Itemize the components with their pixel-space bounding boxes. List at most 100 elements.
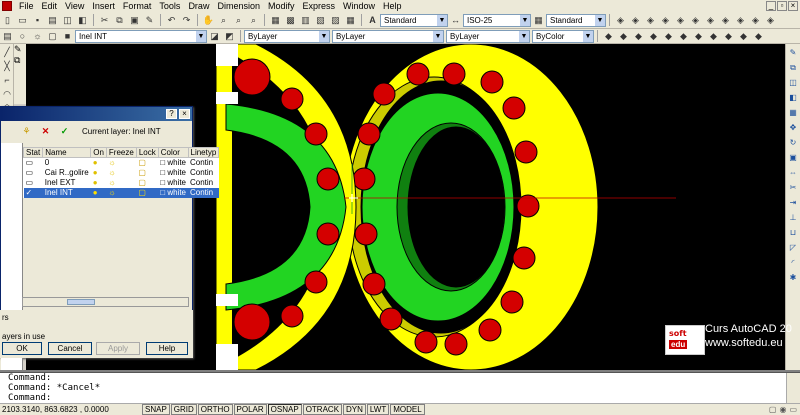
command-prompt[interactable]: Command:	[0, 393, 800, 403]
erase-icon[interactable]: ✎	[787, 47, 799, 59]
sheet-set-icon[interactable]: ▧	[314, 14, 327, 27]
properties-icon[interactable]: ▦	[269, 14, 282, 27]
lock-icon[interactable]: ▢	[46, 30, 59, 43]
lock-icon[interactable]: ▢	[769, 405, 777, 414]
polar-toggle[interactable]: POLAR	[233, 404, 267, 415]
render-icon-3[interactable]: ◈	[644, 14, 657, 27]
menu-insert[interactable]: Insert	[88, 0, 119, 12]
table-row[interactable]: ▭ Cai R..golire ● ☼ ▢ □ white Contin	[24, 168, 219, 178]
sun-icon[interactable]: ☼	[106, 158, 136, 168]
new-layer-icon[interactable]: ⚘	[20, 125, 33, 138]
menu-dimension[interactable]: Dimension	[213, 0, 264, 12]
lock-icon[interactable]: ▢	[136, 158, 158, 168]
layer-select[interactable]: Inel INT ▼	[75, 29, 207, 43]
extend-icon[interactable]: ⇥	[787, 197, 799, 209]
layer-linetype[interactable]: Contin	[188, 178, 219, 188]
render-icon-11[interactable]: ◈	[764, 14, 777, 27]
pencil-icon[interactable]: ✎	[14, 44, 26, 55]
lwt-toggle[interactable]: LWT	[366, 404, 390, 415]
lightbulb-icon[interactable]: ●	[91, 158, 107, 168]
dim-style-icon[interactable]: ↔	[449, 14, 462, 27]
rotate-icon[interactable]: ↻	[787, 137, 799, 149]
layer-color[interactable]: □ white	[158, 158, 188, 168]
table-style-icon[interactable]: ▦	[532, 14, 545, 27]
menu-modify[interactable]: Modify	[264, 0, 299, 12]
view-icon-1[interactable]: ◆	[602, 30, 615, 43]
layer-color[interactable]: □ white	[158, 187, 188, 198]
cancel-button[interactable]: Cancel	[48, 342, 92, 355]
view-icon-4[interactable]: ◆	[647, 30, 660, 43]
calculator-icon[interactable]: ▦	[344, 14, 357, 27]
layer-color[interactable]: □ white	[158, 178, 188, 188]
menu-window[interactable]: Window	[339, 0, 379, 12]
communication-icon[interactable]: ◉	[779, 405, 786, 414]
sun-icon[interactable]: ☼	[31, 30, 44, 43]
snap-toggle[interactable]: SNAP	[142, 404, 170, 415]
render-icon-7[interactable]: ◈	[704, 14, 717, 27]
view-icon-2[interactable]: ◆	[617, 30, 630, 43]
delete-layer-icon[interactable]: ✕	[39, 125, 52, 138]
cut-icon[interactable]: ✂	[98, 14, 111, 27]
mirror-icon[interactable]: ◫	[787, 77, 799, 89]
table-row[interactable]: ▭ Inel EXT ● ☼ ▢ □ white Contin	[24, 178, 219, 188]
close-icon[interactable]: ×	[179, 109, 190, 119]
undo-icon[interactable]: ↶	[165, 14, 178, 27]
view-icon-7[interactable]: ◆	[692, 30, 705, 43]
paste-icon[interactable]: ▣	[128, 14, 141, 27]
trim-icon[interactable]: ✂	[787, 182, 799, 194]
apply-button[interactable]: Apply	[96, 342, 140, 355]
minimize-icon[interactable]: _	[766, 1, 776, 11]
zoom-window-icon[interactable]: ⌕	[232, 14, 245, 27]
table-style-select[interactable]: Standard ▼	[546, 13, 606, 27]
clean-screen-icon[interactable]: ▭	[789, 405, 797, 414]
command-window[interactable]: Command: Command: *Cancel* Command:	[0, 372, 800, 404]
column-color[interactable]: Color	[157, 147, 189, 158]
plotstyle-select[interactable]: ByColor ▼	[532, 29, 594, 43]
tool-palettes-icon[interactable]: ▥	[299, 14, 312, 27]
move-icon[interactable]: ✥	[787, 122, 799, 134]
close-icon[interactable]: ×	[788, 1, 798, 11]
fillet-icon[interactable]: ◜	[787, 257, 799, 269]
layer-list-hscrollbar[interactable]	[22, 297, 189, 307]
render-icon-6[interactable]: ◈	[689, 14, 702, 27]
break-icon[interactable]: ⊥	[787, 212, 799, 224]
layer-filter-tree[interactable]	[1, 143, 23, 403]
offset-icon[interactable]: ◧	[787, 92, 799, 104]
open-file-icon[interactable]: ▭	[16, 14, 29, 27]
layer-color[interactable]: □ white	[158, 168, 188, 178]
menu-view[interactable]: View	[61, 0, 88, 12]
table-row[interactable]: ✓ Inel INT ● ☼ ▢ □ white Contin	[23, 187, 219, 198]
column-lock[interactable]: Lock	[135, 147, 159, 158]
copy-icon[interactable]: ⧉	[113, 14, 126, 27]
table-row[interactable]: ▭ 0 ● ☼ ▢ □ white Contin	[24, 158, 219, 168]
layer-manager-icon[interactable]: ▤	[1, 30, 14, 43]
explode-icon[interactable]: ✱	[787, 272, 799, 284]
copy-object-icon[interactable]: ⧉	[14, 55, 26, 66]
render-icon-8[interactable]: ◈	[719, 14, 732, 27]
lightbulb-icon[interactable]: ●	[90, 187, 107, 198]
lightbulb-icon[interactable]: ●	[91, 168, 107, 178]
view-icon-11[interactable]: ◆	[752, 30, 765, 43]
polyline-icon[interactable]: ⌐	[1, 74, 13, 86]
layer-linetype[interactable]: Contin	[188, 158, 219, 168]
zoom-previous-icon[interactable]: ⌕	[247, 14, 260, 27]
match-properties-icon[interactable]: ✎	[143, 14, 156, 27]
color-swatch-icon[interactable]: ■	[61, 30, 74, 43]
render-icon-10[interactable]: ◈	[749, 14, 762, 27]
pan-icon[interactable]: ✋	[202, 14, 215, 27]
help-icon[interactable]: ?	[166, 109, 177, 119]
model-toggle[interactable]: MODEL	[390, 404, 425, 415]
scale-icon[interactable]: ▣	[787, 152, 799, 164]
otrack-toggle[interactable]: OTRACK	[302, 404, 343, 415]
menu-help[interactable]: Help	[379, 0, 406, 12]
menu-tools[interactable]: Tools	[155, 0, 184, 12]
help-button[interactable]: Help	[146, 342, 188, 355]
lock-icon[interactable]: ▢	[136, 168, 158, 178]
ortho-toggle[interactable]: ORTHO	[197, 404, 233, 415]
layer-previous-icon[interactable]: ◩	[223, 30, 236, 43]
coordinate-readout[interactable]: 2103.3140, 863.6823 , 0.0000	[0, 405, 140, 414]
column-linetype[interactable]: Linetyp	[187, 147, 220, 158]
sun-icon[interactable]: ☼	[106, 178, 136, 188]
layer-linetype[interactable]: Contin	[188, 168, 219, 178]
stretch-icon[interactable]: ⇔	[787, 167, 799, 179]
